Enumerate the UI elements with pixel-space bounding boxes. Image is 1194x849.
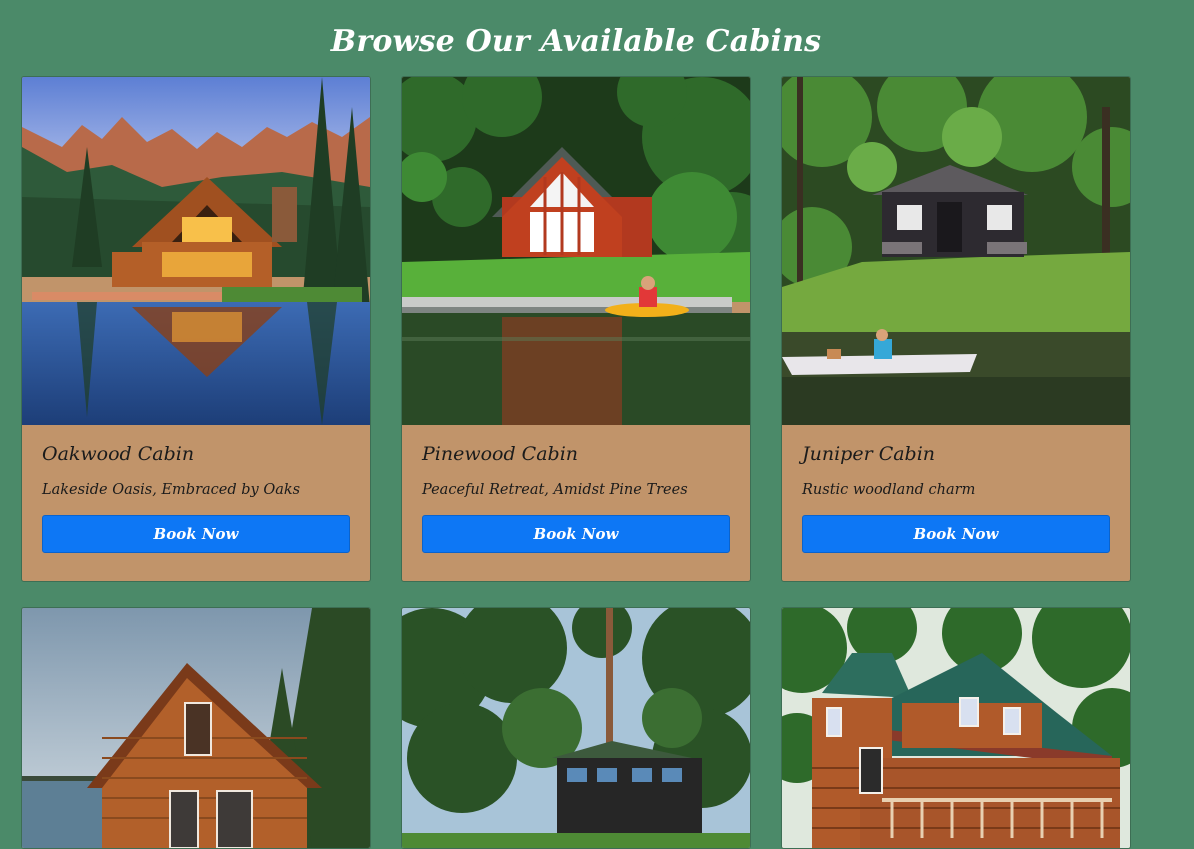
book-now-button-oakwood[interactable]: Book Now (42, 515, 350, 553)
cabin-card-pinewood: Pinewood Cabin Peaceful Retreat, Amidst … (401, 76, 751, 582)
cabin-tagline: Peaceful Retreat, Amidst Pine Trees (422, 482, 688, 498)
cabin-grid: Oakwood Cabin Lakeside Oasis, Embraced b… (21, 76, 1131, 849)
cabin-image-juniper (782, 77, 1130, 425)
book-now-button-pinewood[interactable]: Book Now (422, 515, 730, 553)
cabin-name: Oakwood Cabin (42, 443, 195, 465)
cabin-image-pinewood (402, 77, 750, 425)
cabin-name: Pinewood Cabin (422, 443, 579, 465)
cabin-card-log-house (781, 607, 1131, 849)
cabin-image-oakwood (22, 77, 370, 425)
cabin-card-oakwood: Oakwood Cabin Lakeside Oasis, Embraced b… (21, 76, 371, 582)
cabin-image-log-house (782, 608, 1130, 848)
cabin-tagline: Rustic woodland charm (802, 482, 976, 498)
cabin-name: Juniper Cabin (802, 443, 936, 465)
cabin-image-forest-lodge (402, 608, 750, 848)
book-now-button-juniper[interactable]: Book Now (802, 515, 1110, 553)
cabin-tagline: Lakeside Oasis, Embraced by Oaks (42, 482, 301, 498)
page-title: Browse Our Available Cabins (330, 24, 822, 60)
cabin-card-forest-lodge (401, 607, 751, 849)
cabin-card-juniper: Juniper Cabin Rustic woodland charm Book… (781, 76, 1131, 582)
cabin-image-lakeview (22, 608, 370, 848)
cabin-card-lakeview (21, 607, 371, 849)
